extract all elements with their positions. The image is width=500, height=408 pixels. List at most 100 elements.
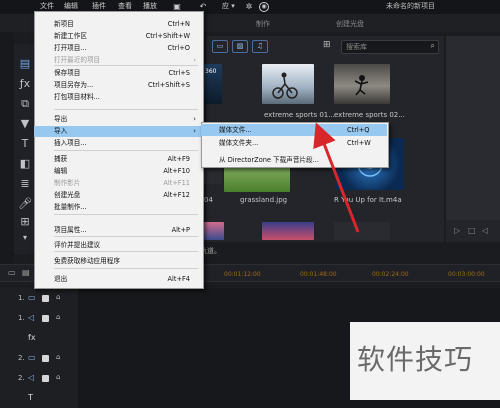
track-header[interactable] (0, 368, 78, 388)
menu-item-shortcut: Ctrl+Q (347, 126, 370, 134)
track-header[interactable] (0, 348, 78, 368)
menu-edit[interactable]: 编辑 (64, 1, 78, 11)
file-menu-item[interactable]: 批量制作... (34, 202, 202, 213)
menu-playback[interactable]: 播放 (143, 1, 157, 11)
file-menu-item[interactable]: 新建工作区 Ctrl+Shift+W (34, 31, 202, 42)
file-menu-item[interactable]: 打包项目材料... (34, 92, 202, 103)
file-menu-item[interactable]: 免费获取移动应用程序 (34, 256, 202, 267)
submenu-arrow-icon: › (193, 127, 196, 135)
menu-item-label: 评价并提出建议 (54, 241, 101, 249)
library-thumbnail-video[interactable]: 360 (204, 64, 222, 104)
library-thumbnail-bike[interactable] (262, 64, 314, 104)
library-thumbnail-pink[interactable] (204, 222, 224, 240)
library-thumbnail-empty[interactable] (334, 222, 390, 240)
track-header[interactable] (0, 288, 78, 308)
library-thumbnail-sunset[interactable] (262, 222, 314, 240)
menu-item-shortcut: Ctrl+W (347, 139, 371, 147)
import-submenu-item[interactable]: 媒体文件夹... Ctrl+W (201, 137, 387, 149)
particle-room-icon[interactable]: ▼ (17, 116, 33, 132)
menu-item-label: 媒体文件夹... (219, 139, 259, 147)
menu-item-label: 插入项目... (54, 139, 87, 147)
audio-mixer-icon[interactable]: ≣ (17, 176, 33, 192)
thumbnail-label: grassland.jpg (240, 196, 288, 204)
stop-icon[interactable]: □ (468, 226, 476, 235)
file-menu-item[interactable]: 创建光盘 Alt+F12 (34, 190, 202, 201)
filter-video-button[interactable]: ▭ (212, 40, 228, 53)
menu-item-shortcut: Alt+F9 (167, 155, 190, 163)
chapter-room-icon[interactable]: ⊞ (17, 214, 33, 230)
prev-frame-icon[interactable]: ◁ (482, 226, 488, 235)
track-lock-icon[interactable]: ⌂ (56, 293, 60, 301)
menu-separator (54, 268, 198, 269)
search-icon[interactable]: ⌕ (431, 41, 435, 51)
ruler-tick: 00:01:48:00 (300, 271, 337, 278)
preview-controls: ▷ □ ◁ (446, 220, 500, 242)
track-lane[interactable] (78, 288, 500, 308)
file-menu-item[interactable]: 插入项目... (34, 138, 202, 149)
file-menu-item[interactable]: 评价并提出建议 (34, 240, 202, 251)
track-header[interactable] (0, 388, 78, 408)
window-title: 未命名的新项目 (386, 2, 435, 10)
menu-file[interactable]: 文件 (40, 1, 54, 11)
transition-room-icon[interactable]: ◧ (17, 156, 33, 172)
file-menu-item[interactable]: 编辑 Alt+F10 (34, 166, 202, 177)
title-track-icon: T (28, 393, 33, 402)
track-enable-checkbox[interactable] (42, 315, 49, 322)
tab-create-disc[interactable]: 创建光盘 (336, 19, 364, 29)
track-enable-checkbox[interactable] (42, 295, 49, 302)
track-enable-checkbox[interactable] (42, 355, 49, 362)
menu-plugins[interactable]: 插件 (92, 1, 106, 11)
file-menu-item[interactable]: 新项目 Ctrl+N (34, 19, 202, 30)
play-icon[interactable]: ▷ (454, 226, 460, 235)
pip-room-icon[interactable]: ⧉ (17, 96, 33, 112)
thumbnail-label: extreme sports 01... (264, 111, 335, 119)
menu-item-label: 保存项目 (54, 69, 81, 77)
track-lock-icon[interactable]: ⌂ (56, 353, 60, 361)
file-menu-item[interactable]: 退出 Alt+F4 (34, 274, 202, 285)
preview-panel (446, 36, 500, 242)
file-menu-item[interactable]: 捕获 Alt+F9 (34, 154, 202, 165)
menu-view[interactable]: 查看 (118, 1, 132, 11)
voice-over-icon[interactable]: 🎤︎ (17, 196, 33, 212)
file-menu-item[interactable]: 保存项目 Ctrl+S (34, 68, 202, 79)
menu-item-label: 免费获取移动应用程序 (54, 257, 120, 265)
tab-produce[interactable]: 制作 (256, 19, 270, 29)
filter-image-button[interactable]: ▨ (232, 40, 248, 53)
menu-item-label: 打开项目... (54, 44, 87, 52)
menu-item-label: 新项目 (54, 20, 74, 28)
track-number: 1. (18, 314, 25, 322)
import-submenu-item[interactable]: 媒体文件... Ctrl+Q (201, 124, 387, 136)
media-room-icon[interactable]: ▤ (17, 56, 33, 72)
library-thumbnail-skate[interactable] (334, 64, 390, 104)
zoom-slider-icon[interactable]: ▤ (22, 268, 30, 277)
track-lock-icon[interactable]: ⌂ (56, 373, 60, 381)
file-menu-item[interactable]: 制作影片 Alt+F11 (34, 178, 202, 189)
menu-separator (54, 150, 198, 151)
settings-icon[interactable]: ✲ (244, 2, 254, 12)
file-menu-item[interactable]: 项目另存为... Ctrl+Shift+S (34, 80, 202, 91)
file-menu-item[interactable]: 导入 › (34, 126, 202, 137)
app-side-strip (0, 32, 14, 280)
ruler-tick: 00:01:12:00 (224, 271, 261, 278)
track-header[interactable] (0, 308, 78, 328)
skate-image (354, 75, 369, 96)
track-enable-checkbox[interactable] (42, 375, 49, 382)
file-menu-item[interactable]: 打开项目... Ctrl+O (34, 43, 202, 54)
library-search-input[interactable]: 搜索库 ⌕ (341, 40, 439, 54)
file-menu-item[interactable]: 项目属性... Alt+P (34, 225, 202, 236)
title-room-icon[interactable]: T (17, 136, 33, 152)
track-header[interactable] (0, 328, 78, 348)
track-lock-icon[interactable]: ⌂ (56, 313, 60, 321)
file-menu-item[interactable]: 导出 › (34, 114, 202, 125)
thumbnail-label: 04 (204, 196, 213, 204)
expand-icon[interactable]: ▾ (17, 230, 33, 246)
timeline-view-icon[interactable]: ▭ (8, 268, 16, 277)
fx-room-icon[interactable]: ƒx (17, 76, 33, 92)
menu-item-label: 编辑 (54, 167, 68, 175)
account-icon[interactable]: ◉ (259, 2, 269, 12)
mode-dropdown[interactable]: 应 ▾ (222, 1, 235, 11)
filter-audio-button[interactable]: ♫ (252, 40, 268, 53)
menu-separator (54, 236, 198, 237)
grid-view-icon[interactable]: ⊞ (323, 40, 331, 50)
import-submenu-item[interactable]: 从 DirectorZone 下载声音片段... (201, 154, 387, 166)
